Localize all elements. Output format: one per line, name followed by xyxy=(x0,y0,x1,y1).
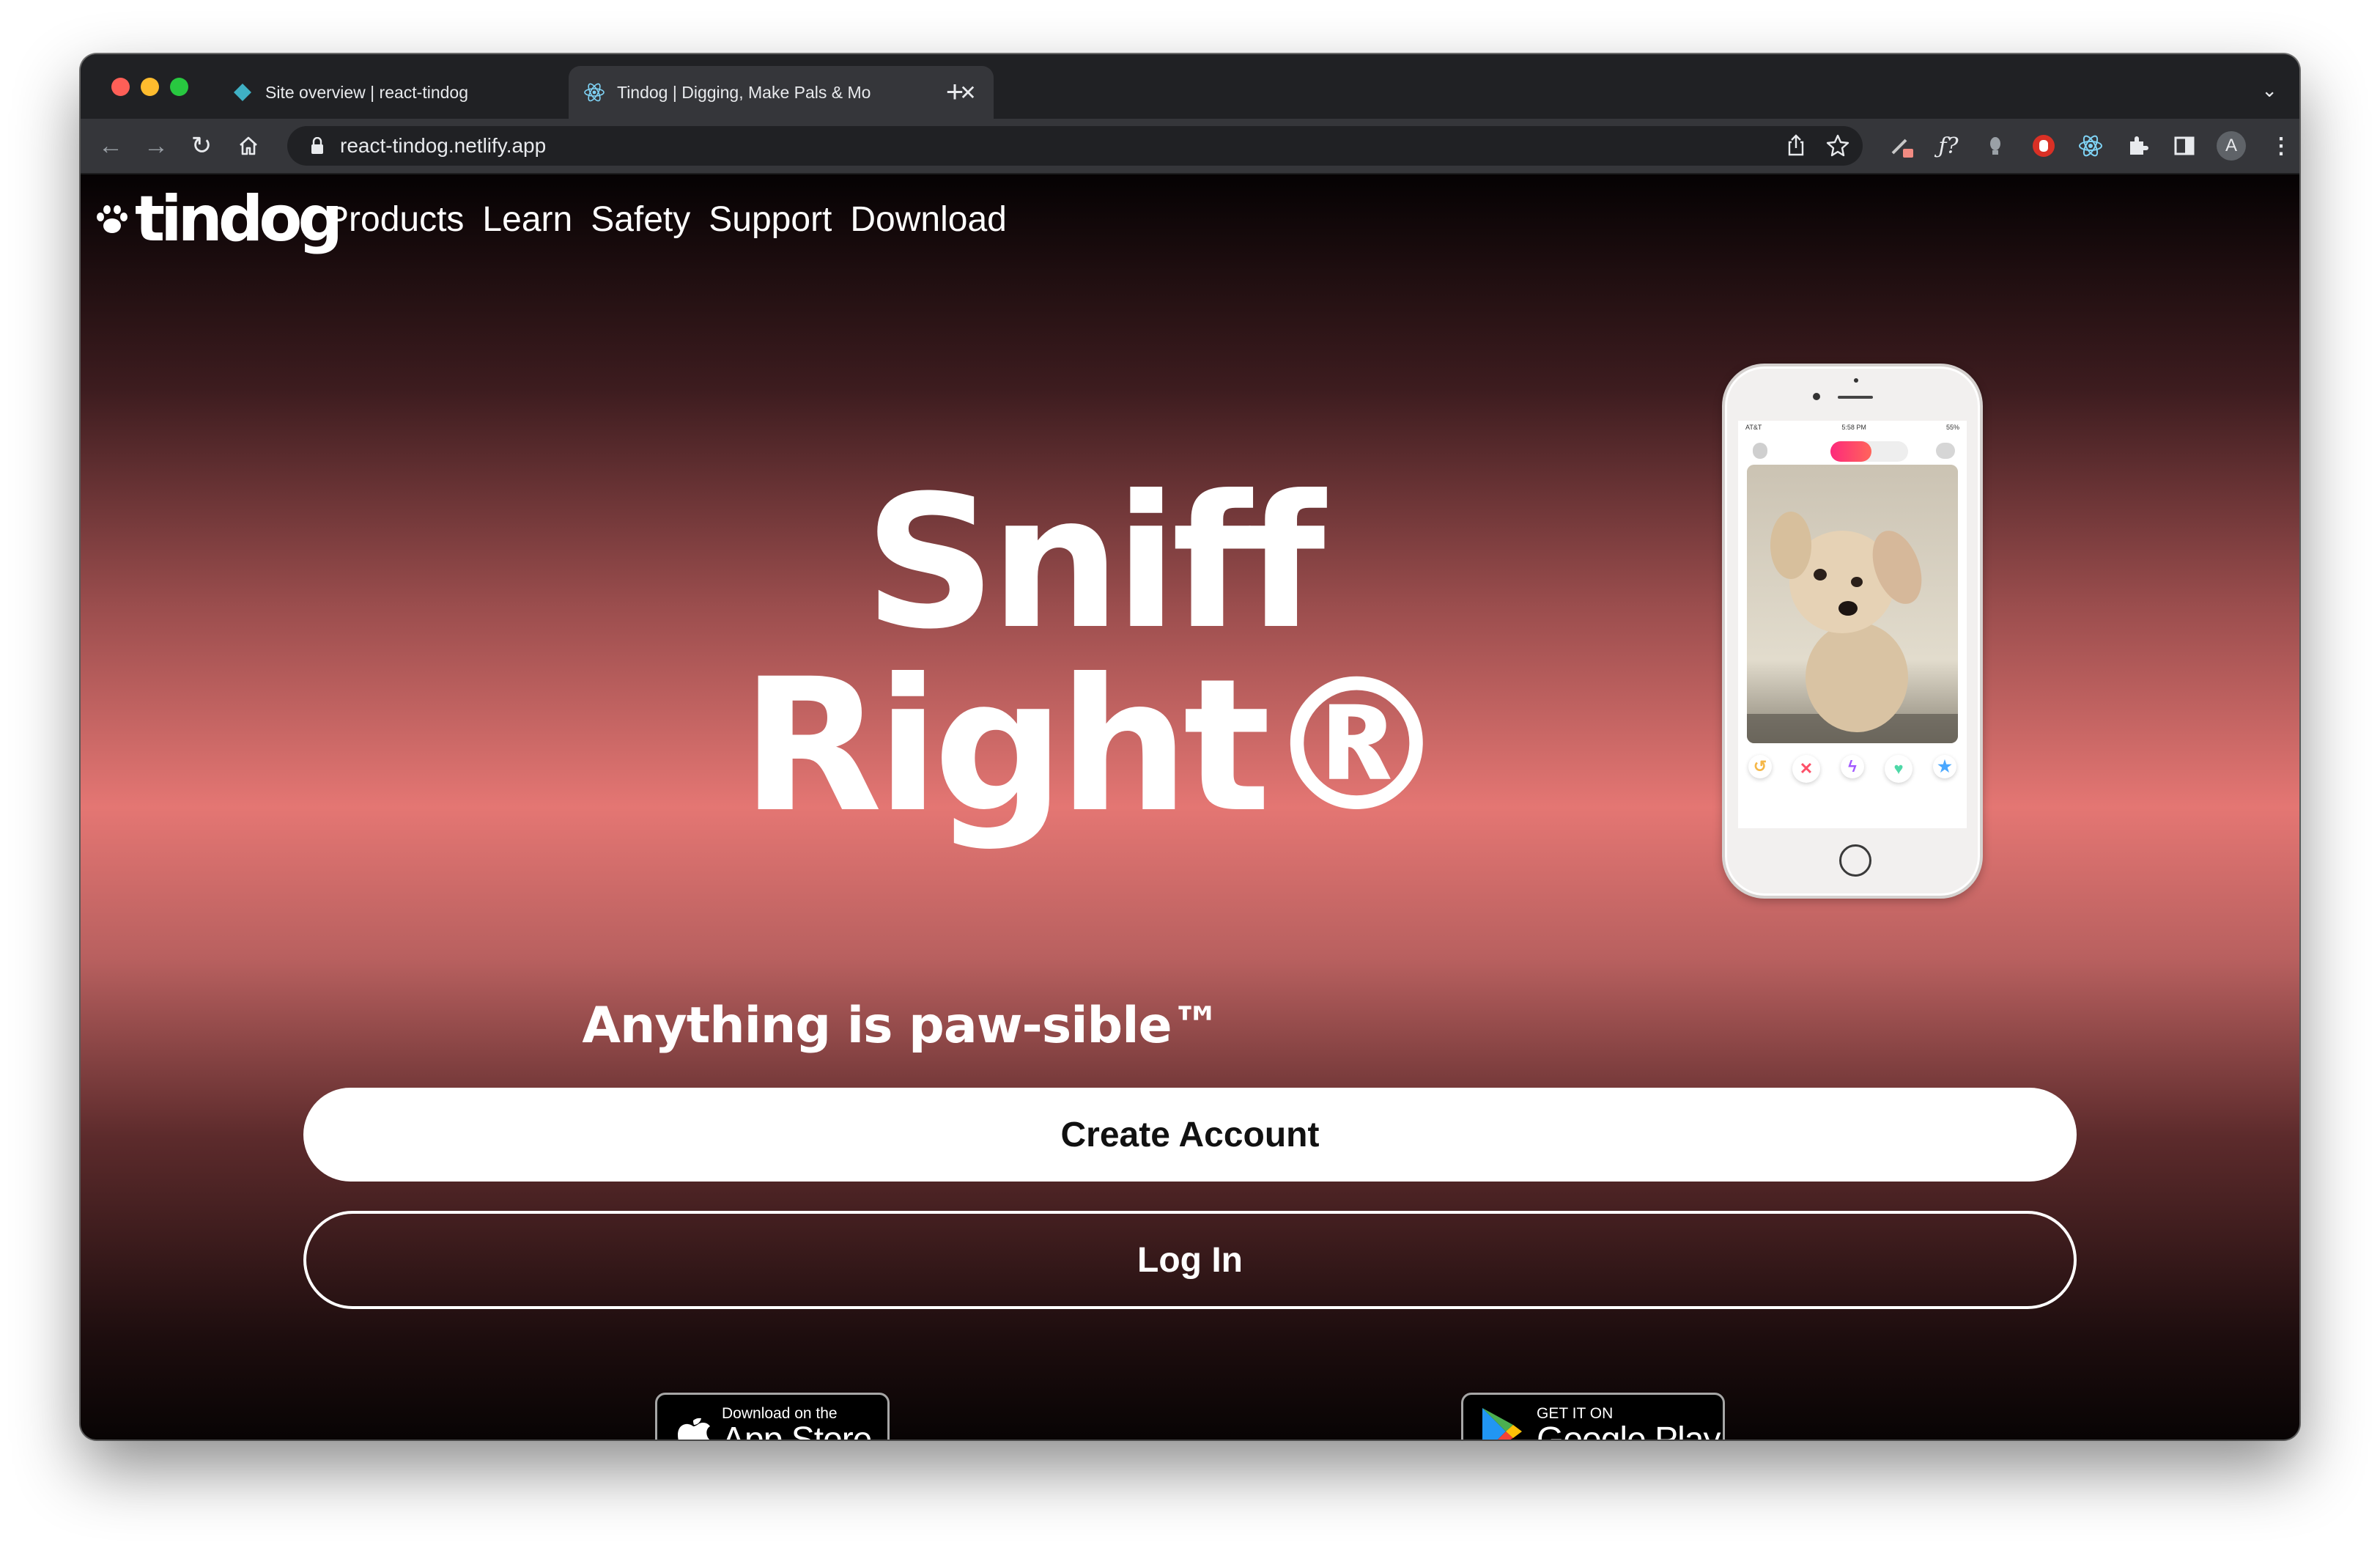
menu-kebab-icon[interactable]: ⋮ xyxy=(2264,129,2298,163)
superlike-star-icon: ★ xyxy=(1933,755,1956,778)
nav-link-download[interactable]: Download xyxy=(850,199,1006,240)
netlify-icon xyxy=(232,81,254,103)
react-icon xyxy=(583,81,605,103)
reload-icon[interactable]: ↻ xyxy=(183,128,220,164)
bookmark-star-icon[interactable] xyxy=(1826,133,1849,161)
google-play-big-text: Google Play xyxy=(1537,1422,1721,1440)
mode-toggle xyxy=(1830,441,1908,462)
apple-icon xyxy=(678,1418,710,1440)
nav-link-safety[interactable]: Safety xyxy=(591,199,690,240)
minimize-window-button[interactable] xyxy=(141,78,159,96)
app-header xyxy=(1738,434,1967,463)
close-window-button[interactable] xyxy=(111,78,130,96)
phone-carrier: AT&T xyxy=(1745,424,1762,431)
phone-speaker xyxy=(1838,396,1873,399)
nav-link-support[interactable]: Support xyxy=(709,199,832,240)
rewind-icon: ↺ xyxy=(1748,755,1772,778)
forward-arrow-icon[interactable]: → xyxy=(138,128,174,164)
swipe-actions: ↺ ✕ ϟ ♥ ★ xyxy=(1738,755,1967,783)
tab-title: Tindog | Digging, Make Pals & Mo xyxy=(617,82,871,102)
main-nav: Products Learn Safety Support Download xyxy=(325,199,1007,240)
app-store-big-text: App Store xyxy=(722,1422,872,1440)
home-icon[interactable] xyxy=(230,128,267,164)
dog-photo-card xyxy=(1747,465,1958,743)
profile-initial: A xyxy=(2217,131,2246,161)
phone-sensor xyxy=(1854,378,1858,383)
address-bar[interactable]: react-tindog.netlify.app xyxy=(287,126,1863,166)
log-in-button[interactable]: Log In xyxy=(303,1211,2077,1309)
flame-icon xyxy=(1830,441,1871,462)
adblock-extension-icon[interactable] xyxy=(2027,129,2061,163)
tagline: Anything is paw-sible™ xyxy=(582,997,1221,1055)
nav-link-learn[interactable]: Learn xyxy=(482,199,572,240)
new-tab-button[interactable]: + xyxy=(936,73,973,110)
boost-bolt-icon: ϟ xyxy=(1841,755,1864,778)
eyedropper-extension-icon[interactable] xyxy=(1885,129,1918,163)
extensions-puzzle-icon[interactable] xyxy=(2121,129,2154,163)
nope-x-icon: ✕ xyxy=(1792,755,1820,783)
side-panel-icon[interactable] xyxy=(2168,129,2201,163)
google-play-icon xyxy=(1482,1408,1522,1440)
google-play-badge[interactable]: GET IT ON Google Play xyxy=(1461,1393,1725,1440)
paw-icon xyxy=(97,205,128,233)
zoom-window-button[interactable] xyxy=(170,78,188,96)
tab-tindog[interactable]: Tindog | Digging, Make Pals & Mo ✕ xyxy=(569,66,994,119)
nav-link-products[interactable]: Products xyxy=(325,199,464,240)
browser-window: Site overview | react-tindog ✕ Tindog | … xyxy=(81,54,2299,1440)
back-arrow-icon[interactable]: ← xyxy=(92,128,129,164)
share-icon[interactable] xyxy=(1785,133,1807,161)
hero-title: Sniff Right® xyxy=(741,456,1449,852)
app-store-badge[interactable]: Download on the App Store xyxy=(655,1393,890,1440)
brand-name: tindog xyxy=(135,183,343,256)
user-icon xyxy=(1753,443,1767,459)
browser-toolbar: ← → ↻ react-tindog.netlify.app ƒ? A ⋮ xyxy=(81,119,2299,174)
like-heart-icon: ♥ xyxy=(1885,755,1912,783)
phone-screen: AT&T 5:58 PM 55% ↺ ✕ ϟ ♥ ★ xyxy=(1738,421,1967,828)
url-text: react-tindog.netlify.app xyxy=(340,134,547,157)
tindog-logo[interactable]: tindog xyxy=(94,183,343,256)
react-devtools-extension-icon[interactable] xyxy=(2074,129,2107,163)
chat-icon xyxy=(1936,443,1955,459)
phone-time: 5:58 PM xyxy=(1841,424,1866,431)
lock-icon[interactable] xyxy=(306,137,328,155)
phone-battery: 55% xyxy=(1945,424,1959,431)
phone-mockup-image: AT&T 5:58 PM 55% ↺ ✕ ϟ ♥ ★ xyxy=(1722,364,1983,899)
profile-avatar[interactable]: A xyxy=(2214,129,2248,163)
phone-camera xyxy=(1813,393,1820,400)
tab-strip: Site overview | react-tindog ✕ Tindog | … xyxy=(81,54,2299,119)
phone-home-button xyxy=(1839,844,1871,877)
page-content: tindog Products Learn Safety Support Dow… xyxy=(81,174,2299,1440)
lightbulb-extension-icon[interactable] xyxy=(1978,129,2012,163)
tab-search-chevron-icon[interactable]: ⌄ xyxy=(2261,79,2277,102)
create-account-button[interactable]: Create Account xyxy=(303,1088,2077,1182)
phone-status-bar: AT&T 5:58 PM 55% xyxy=(1738,421,1967,434)
tab-title: Site overview | react-tindog xyxy=(265,82,468,102)
font-extension-icon[interactable]: ƒ? xyxy=(1932,129,1965,163)
